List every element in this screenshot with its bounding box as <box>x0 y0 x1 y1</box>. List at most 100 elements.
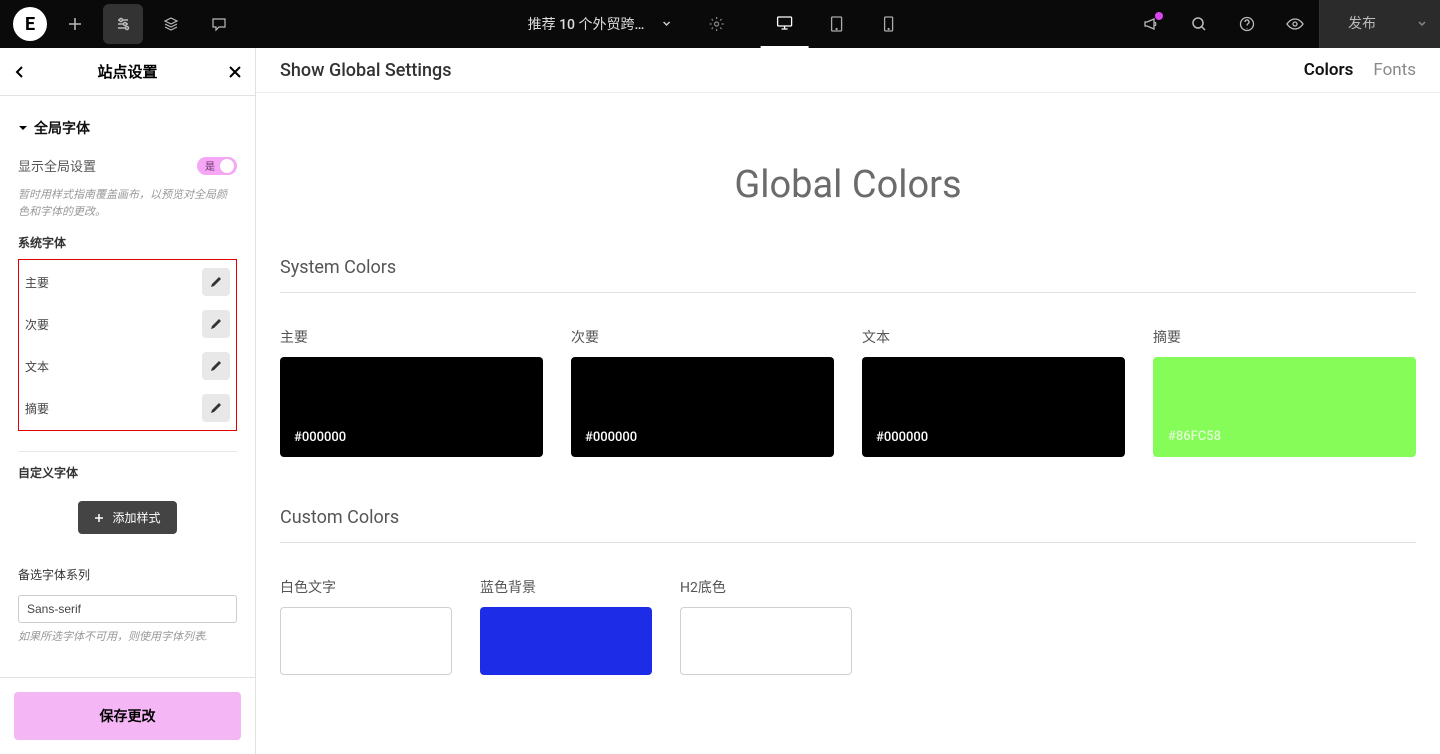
save-changes-button[interactable]: 保存更改 <box>14 692 241 740</box>
chevron-left-icon <box>12 64 28 80</box>
publish-options-button[interactable] <box>1404 0 1440 48</box>
color-label: 主要 <box>280 327 543 347</box>
edit-font-primary[interactable] <box>202 268 230 296</box>
fallback-font-input[interactable] <box>18 595 237 623</box>
swatch-hex: #000000 <box>294 430 346 445</box>
layers-icon <box>163 16 179 32</box>
preview-button[interactable] <box>1271 0 1319 48</box>
color-label: H2底色 <box>680 577 852 597</box>
settings-button[interactable] <box>103 4 143 44</box>
comments-button[interactable] <box>199 4 239 44</box>
font-row-accent: 摘要 <box>25 394 230 422</box>
system-fonts-label: 系统字体 <box>18 234 237 251</box>
font-label: 次要 <box>25 316 49 333</box>
color-swatch-custom-3[interactable] <box>680 607 852 675</box>
fallback-help-text: 如果所选字体不可用，则使用字体列表. <box>18 629 237 646</box>
device-mobile[interactable] <box>864 0 912 48</box>
topbar-center: 推荐 10 个外贸跨… <box>528 0 913 48</box>
edit-font-accent[interactable] <box>202 394 230 422</box>
top-bar: E 推荐 10 个外贸跨… <box>0 0 1440 48</box>
desktop-icon <box>775 14 793 32</box>
color-swatch-text[interactable]: #000000 <box>862 357 1125 457</box>
color-swatch-custom-2[interactable] <box>480 607 652 675</box>
color-cell-accent: 摘要 #86FC58 <box>1153 327 1416 457</box>
swatch-hex: #000000 <box>876 430 928 445</box>
publish-button[interactable]: 发布 <box>1319 0 1404 48</box>
back-button[interactable] <box>12 64 28 80</box>
color-cell-custom-2: 蓝色背景 <box>480 577 652 675</box>
help-icon <box>1239 16 1255 32</box>
color-label: 摘要 <box>1153 327 1416 347</box>
topbar-right: 发布 <box>1127 0 1440 48</box>
document-title[interactable]: 推荐 10 个外贸跨… <box>528 14 645 34</box>
device-desktop[interactable] <box>760 0 808 48</box>
close-button[interactable] <box>227 64 243 80</box>
plus-icon <box>67 16 83 32</box>
custom-colors-section: Custom Colors 白色文字 蓝色背景 H2底色 <box>256 507 1440 715</box>
font-label: 摘要 <box>25 400 49 417</box>
pencil-icon <box>210 360 222 372</box>
pencil-icon <box>210 318 222 330</box>
font-row-secondary: 次要 <box>25 310 230 338</box>
device-switcher <box>760 0 912 48</box>
color-label: 文本 <box>862 327 1125 347</box>
content-top-title: Show Global Settings <box>280 60 452 81</box>
color-swatch-primary[interactable]: #000000 <box>280 357 543 457</box>
tab-colors[interactable]: Colors <box>1304 60 1354 80</box>
main-area: 站点设置 全局字体 显示全局设置 是 暂时用样式指南覆盖画布，以预览对全局颜色和… <box>0 48 1440 754</box>
comment-icon <box>211 16 227 32</box>
tab-fonts[interactable]: Fonts <box>1373 60 1416 80</box>
structure-button[interactable] <box>151 4 191 44</box>
custom-fonts-label: 自定义字体 <box>18 464 237 481</box>
color-swatch-accent[interactable]: #86FC58 <box>1153 357 1416 457</box>
caret-down-icon <box>18 123 28 133</box>
color-swatch-secondary[interactable]: #000000 <box>571 357 834 457</box>
font-row-primary: 主要 <box>25 268 230 296</box>
system-colors-grid: 主要 #000000 次要 #000000 文本 #000000 <box>280 327 1416 457</box>
announcements-button[interactable] <box>1127 0 1175 48</box>
plus-icon <box>94 513 104 523</box>
color-cell-primary: 主要 #000000 <box>280 327 543 457</box>
toggle-knob <box>220 159 234 173</box>
sliders-icon <box>115 16 131 32</box>
sidebar-title: 站点设置 <box>97 61 157 82</box>
chevron-down-icon[interactable] <box>660 18 672 30</box>
swatch-hex: #000000 <box>585 430 637 445</box>
toggle-help-text: 暂时用样式指南覆盖画布，以预览对全局颜色和字体的更改。 <box>18 187 237 220</box>
sidebar-header: 站点设置 <box>0 48 255 96</box>
color-label: 蓝色背景 <box>480 577 652 597</box>
search-icon <box>1191 16 1207 32</box>
edit-font-text[interactable] <box>202 352 230 380</box>
divider <box>18 451 237 452</box>
close-icon <box>227 64 243 80</box>
eye-icon <box>1286 16 1304 32</box>
help-button[interactable] <box>1223 0 1271 48</box>
add-style-button[interactable]: 添加样式 <box>78 501 176 534</box>
notification-dot <box>1155 12 1163 20</box>
edit-font-secondary[interactable] <box>202 310 230 338</box>
elementor-logo[interactable]: E <box>13 7 47 41</box>
content-top-bar: Show Global Settings Colors Fonts <box>256 48 1440 93</box>
color-cell-text: 文本 #000000 <box>862 327 1125 457</box>
content-tabs: Colors Fonts <box>1304 60 1416 80</box>
custom-colors-grid: 白色文字 蓝色背景 H2底色 <box>280 577 1416 675</box>
pencil-icon <box>210 402 222 414</box>
toggle-on-text: 是 <box>205 158 215 173</box>
device-tablet[interactable] <box>812 0 860 48</box>
add-element-button[interactable] <box>55 4 95 44</box>
color-label: 白色文字 <box>280 577 452 597</box>
system-fonts-list: 主要 次要 文本 摘要 <box>18 259 237 431</box>
system-colors-section: System Colors 主要 #000000 次要 #000000 文本 <box>256 257 1440 497</box>
toggle-label: 显示全局设置 <box>18 156 96 175</box>
mobile-icon <box>881 15 895 33</box>
gear-icon[interactable] <box>708 16 724 32</box>
content-canvas: Show Global Settings Colors Fonts Global… <box>256 48 1440 754</box>
finder-button[interactable] <box>1175 0 1223 48</box>
show-global-settings-toggle[interactable]: 是 <box>197 157 237 175</box>
pencil-icon <box>210 276 222 288</box>
color-swatch-custom-1[interactable] <box>280 607 452 675</box>
color-label: 次要 <box>571 327 834 347</box>
accordion-label: 全局字体 <box>34 118 90 138</box>
topbar-left: E <box>0 4 239 44</box>
accordion-global-fonts[interactable]: 全局字体 <box>18 106 237 150</box>
